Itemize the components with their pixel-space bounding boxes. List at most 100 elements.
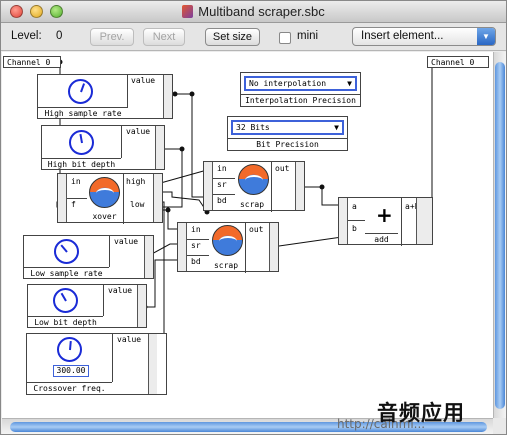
chevron-down-icon: ▼	[334, 123, 339, 132]
module-add[interactable]: a b + a+b add	[338, 197, 433, 246]
divider	[67, 198, 87, 199]
level-value: 0	[56, 30, 63, 42]
module-low-bit-depth[interactable]: value Low bit depth	[27, 284, 147, 328]
module-output-grip[interactable]	[153, 174, 162, 222]
title-bar[interactable]: Multiband scraper.sbc	[1, 1, 506, 23]
port-sr: sr	[191, 241, 201, 250]
module-crossover-freq[interactable]: 300.00 value Crossover freq.	[26, 333, 167, 395]
mini-label: mini	[297, 30, 319, 42]
module-caption: High bit depth	[42, 158, 121, 170]
scrap-fx-icon	[212, 225, 243, 256]
module-caption: Low sample rate	[24, 267, 109, 279]
value-port: value	[126, 127, 151, 136]
level-label: Level:	[11, 30, 42, 42]
module-caption: Interpolation Precision	[241, 94, 360, 106]
chevron-down-icon: ▼	[347, 79, 352, 88]
module-caption: Bit Precision	[228, 138, 347, 150]
interpolation-precision-module[interactable]: No interpolation ▼ Interpolation Precisi…	[240, 72, 361, 107]
channel-input[interactable]: Channel 0	[3, 56, 61, 68]
port-in: in	[217, 164, 227, 173]
module-output-grip[interactable]	[155, 126, 164, 169]
knob-icon[interactable]	[53, 288, 78, 313]
module-caption: scrap	[213, 261, 239, 270]
watermark-text: 音频应用	[377, 401, 465, 425]
resize-grip-icon[interactable]	[493, 418, 506, 434]
interpolation-select[interactable]: No interpolation ▼	[244, 76, 357, 91]
module-output-grip[interactable]	[137, 285, 146, 327]
interpolation-value: No interpolation	[249, 79, 327, 88]
wire-scrap1-to-add	[302, 186, 342, 206]
module-caption: High sample rate	[38, 107, 128, 119]
module-caption: scrap	[239, 200, 265, 209]
add-plus-icon: +	[376, 203, 393, 227]
module-scrap-bottom[interactable]: in sr bd out scrap	[177, 222, 279, 273]
vertical-scroll-thumb[interactable]	[495, 62, 505, 409]
value-port: value	[114, 237, 139, 246]
prev-button[interactable]: Prev.	[90, 28, 134, 46]
port-a: a	[352, 202, 357, 211]
divider	[245, 223, 246, 273]
module-xover[interactable]: in f high low xover	[57, 173, 163, 224]
module-caption: xover	[92, 212, 117, 221]
port-f: f	[71, 200, 76, 209]
channel-output[interactable]: Channel 0	[427, 56, 489, 68]
port-sr: sr	[217, 180, 227, 189]
knob-icon[interactable]	[69, 130, 94, 155]
chevron-down-icon: ▼	[477, 28, 495, 45]
module-output-grip[interactable]	[148, 334, 157, 394]
xover-fx-icon	[89, 177, 120, 208]
port-bd: bd	[217, 196, 227, 205]
module-output-grip[interactable]	[269, 223, 278, 271]
toolbar: Level: 0 Prev. Next Set size mini Insert…	[1, 23, 506, 51]
divider	[348, 220, 365, 221]
input-ports[interactable]	[339, 198, 348, 244]
input-ports[interactable]	[178, 223, 187, 271]
input-ports[interactable]	[204, 162, 213, 210]
window-title: Multiband scraper.sbc	[198, 4, 325, 19]
value-port: value	[131, 76, 156, 85]
module-caption: Crossover freq.	[27, 382, 112, 394]
divider	[213, 178, 235, 179]
patch-canvas[interactable]: Channel 0 Channel 0 value High sample ra…	[2, 52, 493, 418]
bit-precision-module[interactable]: 32 Bits ▼ Bit Precision	[227, 116, 348, 151]
divider	[187, 255, 209, 256]
document-icon	[182, 5, 194, 18]
knob-icon[interactable]	[54, 239, 79, 264]
scrap-fx-icon	[238, 164, 269, 195]
next-button[interactable]: Next	[143, 28, 185, 46]
app-window: Multiband scraper.sbc Level: 0 Prev. Nex…	[0, 0, 507, 435]
port-high: high	[126, 177, 146, 186]
insert-element-select[interactable]: Insert element... ▼	[352, 27, 496, 46]
port-in: in	[71, 177, 81, 186]
knob-icon[interactable]	[57, 337, 82, 362]
bit-precision-value: 32 Bits	[236, 123, 270, 132]
value-port: value	[108, 286, 133, 295]
port-bd: bd	[191, 257, 201, 266]
input-ports[interactable]	[58, 174, 67, 222]
module-low-sample-rate[interactable]: value Low sample rate	[23, 235, 154, 279]
module-output-grip[interactable]	[295, 162, 304, 210]
wire-scrap2-to-add	[271, 236, 343, 248]
module-output-grip[interactable]	[416, 198, 432, 244]
module-high-sample-rate[interactable]: value High sample rate	[37, 74, 173, 119]
knob-icon[interactable]	[68, 79, 93, 104]
bit-precision-select[interactable]: 32 Bits ▼	[231, 120, 344, 135]
module-caption: add	[365, 233, 398, 245]
port-low: low	[130, 200, 145, 209]
vertical-scrollbar[interactable]	[493, 52, 506, 418]
crossover-value-field[interactable]: 300.00	[53, 365, 89, 377]
value-port: value	[117, 335, 142, 344]
port-in: in	[191, 225, 201, 234]
port-b: b	[352, 224, 357, 233]
module-high-bit-depth[interactable]: value High bit depth	[41, 125, 165, 170]
port-out: out	[275, 164, 290, 173]
port-out: out	[249, 225, 264, 234]
insert-element-value: Insert element...	[361, 30, 444, 42]
module-scrap-top[interactable]: in sr bd out scrap	[203, 161, 305, 212]
mini-checkbox[interactable]	[279, 32, 291, 44]
module-output-grip[interactable]	[144, 236, 153, 278]
module-caption: Low bit depth	[28, 316, 103, 328]
module-output-grip[interactable]	[163, 75, 172, 118]
divider	[213, 194, 235, 195]
set-size-button[interactable]: Set size	[205, 28, 260, 46]
